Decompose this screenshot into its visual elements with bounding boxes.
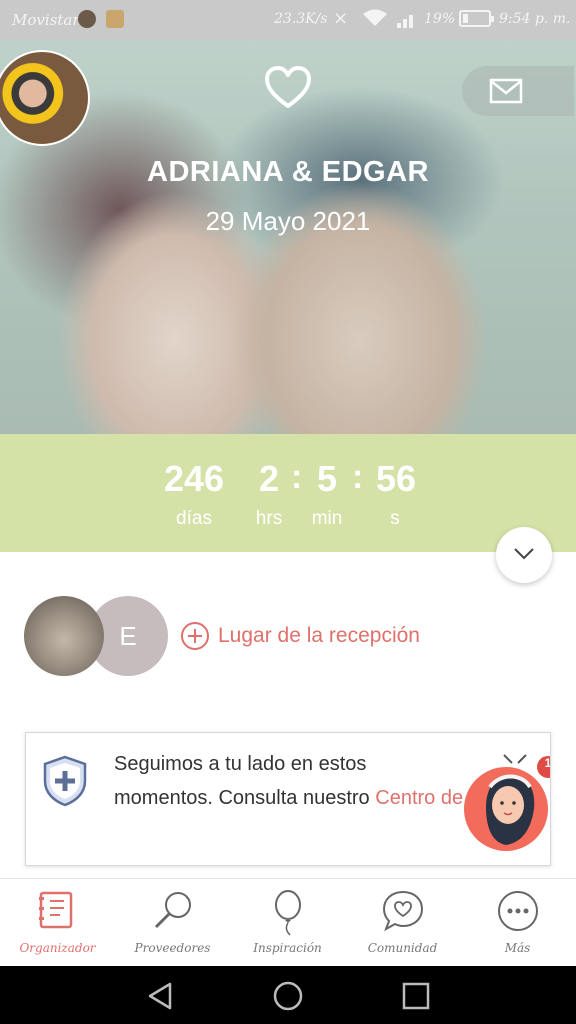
help-text-line1: Seguimos a tu lado en estos	[114, 753, 367, 775]
network-speed: 23.3K/s	[274, 11, 328, 27]
countdown-days-label: días	[176, 508, 212, 529]
battery-icon	[459, 10, 494, 27]
signal-icon	[397, 15, 413, 28]
countdown-panel: 246 días 2 hrs : 5 min : 56 s	[0, 434, 576, 552]
clock: 9:54 p. m.	[499, 11, 571, 27]
wedding-date: 29 Mayo 2021	[205, 206, 371, 236]
nav-organizador[interactable]: Organizador	[0, 879, 115, 967]
nav-label: Comunidad	[367, 941, 438, 955]
badge-count: 1	[544, 756, 551, 770]
countdown-minutes-label: min	[311, 508, 343, 529]
back-icon[interactable]	[144, 980, 176, 1012]
messages-button[interactable]	[462, 66, 574, 116]
nav-label: Inspiración	[253, 941, 322, 955]
nav-label: Proveedores	[134, 941, 211, 955]
chat-heart-icon	[382, 890, 424, 932]
search-icon	[154, 892, 191, 929]
heart-icon[interactable]	[264, 66, 312, 110]
couple-names: ADRIANA & EDGAR	[147, 156, 429, 188]
nav-mas[interactable]: Más	[460, 879, 575, 967]
countdown-separator: :	[291, 458, 303, 496]
add-venue-label: Lugar de la recepción	[218, 624, 420, 647]
carrier-label: Movistar	[12, 11, 80, 29]
countdown-minutes: 5	[316, 458, 338, 499]
recents-icon[interactable]	[400, 980, 432, 1012]
bottom-navigation: Organizador Proveedores Inspiración Comu…	[0, 878, 576, 967]
help-center-card[interactable]: Seguimos a tu lado en estos momentos. Co…	[25, 732, 551, 866]
countdown-seconds-label: s	[390, 508, 400, 529]
nav-label: Organizador	[19, 941, 96, 955]
chevron-down-icon	[514, 548, 534, 560]
gallery-notification-icon	[106, 10, 124, 28]
home-icon[interactable]	[272, 980, 304, 1012]
countdown-hours: 2	[258, 458, 280, 499]
balloon-icon	[275, 890, 301, 936]
countdown-days: 246	[163, 458, 225, 499]
battery-percent: 19%	[424, 11, 456, 27]
mute-icon: ⨯	[333, 8, 349, 29]
nav-comunidad[interactable]: Comunidad	[345, 879, 460, 967]
shield-icon	[43, 755, 87, 807]
countdown-seconds: 56	[375, 458, 417, 499]
notification-icon	[78, 10, 96, 28]
pet-avatar	[24, 596, 104, 676]
plus-circle-icon	[181, 622, 209, 650]
nav-proveedores[interactable]: Proveedores	[115, 879, 230, 967]
add-venue-link[interactable]: Lugar de la recepción	[180, 620, 420, 652]
countdown-separator: :	[352, 458, 364, 496]
organizer-icon	[39, 891, 73, 929]
wifi-icon	[363, 9, 387, 26]
countdown-hours-label: hrs	[255, 508, 283, 529]
nav-label: Más	[504, 941, 531, 955]
expand-button[interactable]	[496, 527, 552, 583]
status-bar: Movistar 23.3K/s ⨯ 19% 9:54 p. m.	[0, 0, 576, 40]
more-icon	[498, 891, 538, 931]
nav-inspiracion[interactable]: Inspiración	[230, 879, 345, 967]
help-text-line2: momentos. Consulta nuestro	[114, 787, 376, 809]
android-navigation-bar	[0, 966, 576, 1024]
mail-icon	[489, 78, 523, 104]
